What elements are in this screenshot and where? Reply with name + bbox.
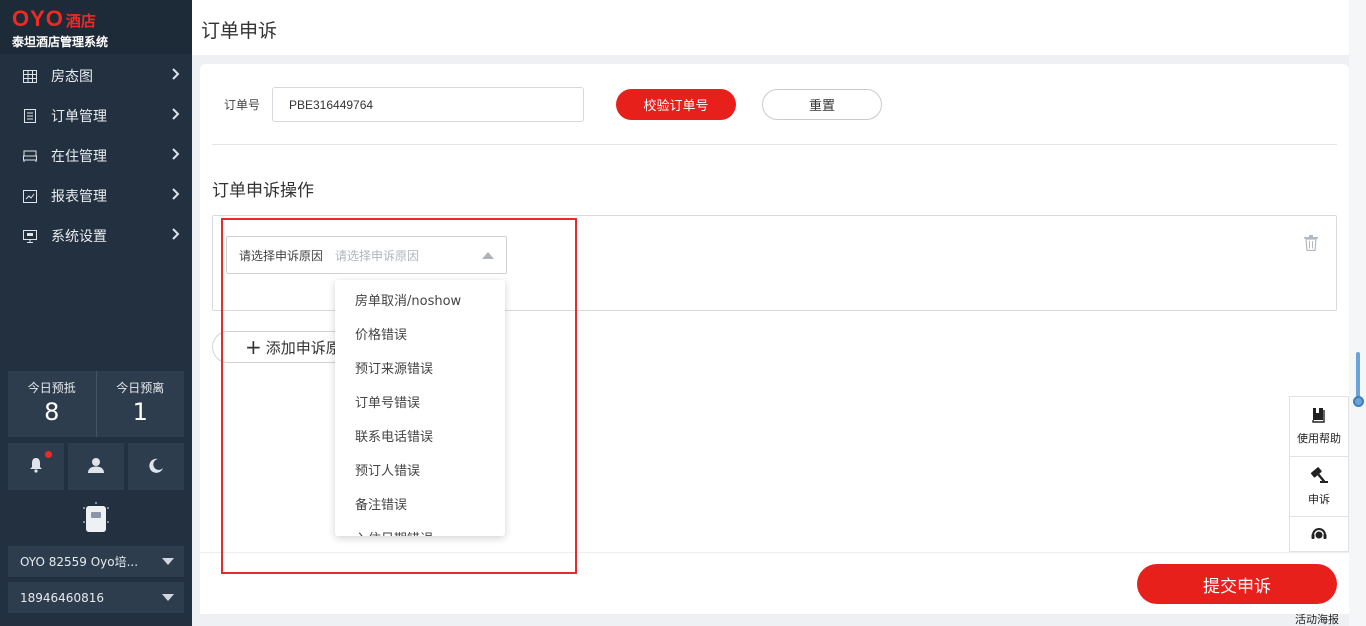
chevron-right-icon [172,148,180,164]
hotel-select-value: OYO 82559 Oyo培... [20,555,139,569]
user-icon [87,457,105,477]
sidebar-item-label: 报表管理 [51,189,107,205]
stat-arrivals[interactable]: 今日预抵 8 [8,371,96,437]
document-icon [22,109,38,123]
verify-order-button[interactable]: 校验订单号 [616,89,736,120]
system-name: 泰坦酒店管理系统 [12,35,109,49]
grid-icon [22,69,38,83]
moon-icon [148,457,164,477]
caret-down-icon [162,594,174,601]
chart-icon [22,189,38,203]
reset-button[interactable]: 重置 [762,89,882,120]
night-audit-button[interactable] [128,443,184,490]
stat-value: 8 [44,398,60,426]
stat-title: 今日预离 [116,381,165,395]
logo-text: OYO [12,6,64,31]
today-stats: 今日预抵 8 今日预离 1 [8,371,184,437]
phone-select-value: 18946460816 [20,590,104,605]
scrollbar-track[interactable] [1349,0,1366,626]
reason-select-label: 请选择申诉原因 [239,248,324,263]
submit-appeal-button[interactable]: 提交申诉 [1137,564,1337,604]
dropdown-option[interactable]: 预订来源错误 [335,353,505,387]
scrollbar-handle[interactable] [1353,396,1364,407]
logo-suffix: 酒店 [65,12,96,30]
book-icon [1312,407,1326,426]
sidebar-item-label: 系统设置 [51,229,107,245]
monitor-icon [22,229,38,243]
add-reason-label: 添加申诉原因 [265,338,346,357]
help-label: 使用帮助 [1297,432,1341,445]
phone-select[interactable]: 18946460816 [8,582,184,613]
dropdown-option[interactable]: 预订人错误 [335,455,505,489]
sidebar-item-room-status[interactable]: 房态图 [0,56,192,96]
chevron-right-icon [172,228,180,244]
page-header: 订单申诉 [192,0,1349,55]
order-number-label: 订单号 [224,98,261,112]
chevron-right-icon [172,108,180,124]
sidebar-item-label: 订单管理 [51,109,107,125]
sidebar-item-label: 在住管理 [51,149,107,165]
sidebar-item-reports[interactable]: 报表管理 [0,176,192,216]
bed-icon [22,149,38,163]
chevron-right-icon [172,188,180,204]
dropdown-option[interactable]: 房单取消/noshow [335,285,505,319]
reason-dropdown: 房单取消/noshow 价格错误 预订来源错误 订单号错误 联系电话错误 预订人… [335,280,505,536]
help-tool[interactable]: 使用帮助 [1290,397,1348,457]
plus-icon: + [245,335,262,359]
activity-poster-label[interactable]: 活动海报 [1295,611,1339,626]
page-title: 订单申诉 [201,20,278,42]
dropdown-option[interactable]: 订单号错误 [335,387,505,421]
reason-select-placeholder: 请选择申诉原因 [335,248,420,263]
sidebar-item-orders[interactable]: 订单管理 [0,96,192,136]
notification-dot [45,451,52,458]
notification-button[interactable] [8,443,64,490]
device-icon[interactable] [82,502,110,534]
order-number-input[interactable] [272,87,584,122]
sidebar-item-label: 房态图 [51,69,93,85]
support-tool[interactable] [1290,517,1348,551]
sidebar-item-in-house[interactable]: 在住管理 [0,136,192,176]
stat-value: 1 [132,398,148,426]
user-button[interactable] [68,443,124,490]
brand: OYO 酒店 泰坦酒店管理系统 [0,0,192,54]
divider [212,144,1337,145]
hotel-select[interactable]: OYO 82559 Oyo培... [8,546,184,577]
dropdown-option[interactable]: 联系电话错误 [335,421,505,455]
sidebar: OYO 酒店 泰坦酒店管理系统 房态图 订单管理 在住管理 报表管理 系统设置 … [0,0,192,626]
headset-icon [1310,525,1328,546]
stat-departures[interactable]: 今日预离 1 [95,371,185,437]
reason-select[interactable]: 请选择申诉原因 请选择申诉原因 [226,236,507,274]
oyo-logo[interactable]: OYO 酒店 [12,6,180,32]
bell-icon [28,457,44,477]
quick-actions [8,443,184,490]
gavel-icon [1309,466,1329,487]
sidebar-item-settings[interactable]: 系统设置 [0,216,192,256]
sidebar-nav: 房态图 订单管理 在住管理 报表管理 系统设置 [0,56,192,256]
stat-title: 今日预抵 [27,381,76,395]
trash-icon[interactable] [1304,235,1318,255]
chevron-right-icon [172,68,180,84]
dropdown-option[interactable]: 价格错误 [335,319,505,353]
appeal-tool[interactable]: 申诉 [1290,457,1348,517]
section-title: 订单申诉操作 [212,181,314,201]
floating-toolbar: 使用帮助 申诉 [1289,396,1349,552]
caret-up-icon [482,251,494,259]
dropdown-option[interactable]: 备注错误 [335,489,505,523]
dropdown-option[interactable]: 入住日期错误 [335,523,505,536]
appeal-label: 申诉 [1308,493,1330,506]
caret-down-icon [162,558,174,565]
